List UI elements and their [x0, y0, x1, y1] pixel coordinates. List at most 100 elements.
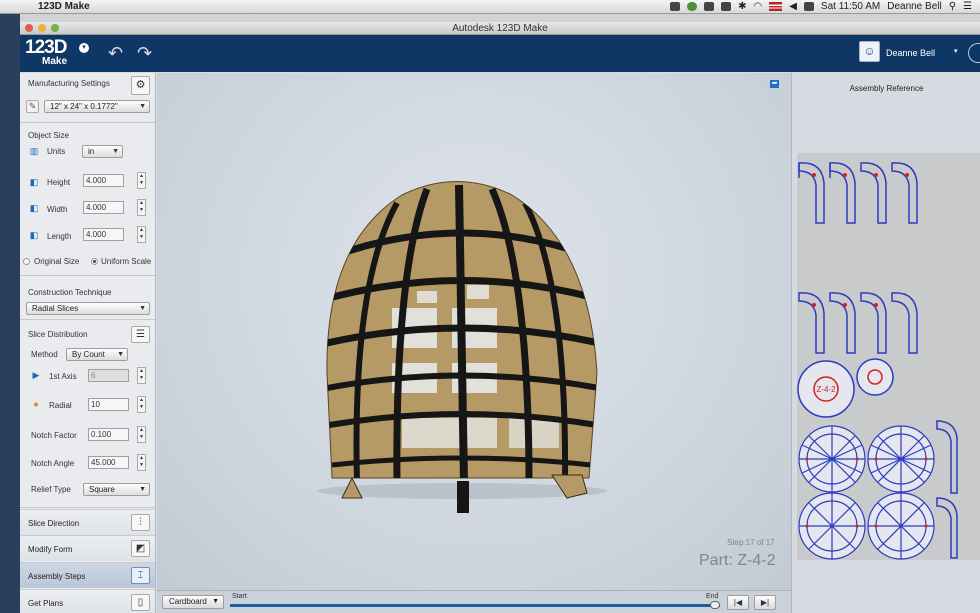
logo-text: 123D: [25, 37, 67, 58]
menubar-user[interactable]: Deanne Bell: [887, 1, 941, 12]
current-part-label: Part: Z-4-2: [699, 552, 776, 569]
nav-modify-form[interactable]: Modify Form ◩: [20, 535, 155, 561]
help-button[interactable]: [968, 43, 980, 63]
notch-factor-field[interactable]: 0.100: [88, 428, 129, 441]
assembly-reference-title: Assembly Reference: [849, 84, 924, 93]
dome-window: [417, 291, 437, 303]
timeline-slider-handle[interactable]: [710, 601, 720, 609]
bluetooth-icon[interactable]: ✱: [738, 1, 746, 12]
flag-icon[interactable]: [769, 2, 783, 11]
radial-field[interactable]: 10: [88, 398, 129, 411]
menubar-app-name[interactable]: 123D Make: [38, 1, 90, 12]
original-size-radio[interactable]: [23, 258, 30, 265]
uniform-scale-radio[interactable]: [91, 258, 98, 265]
modify-form-icon[interactable]: ◩: [131, 540, 150, 557]
nav-slice-direction[interactable]: Slice Direction ⫶: [20, 509, 155, 535]
nav-modify-form-label: Modify Form: [28, 545, 73, 554]
gear-icon[interactable]: ⚙: [131, 76, 150, 95]
width-stepper[interactable]: ▲ ▼: [137, 199, 146, 216]
object-size-title: Object Size: [28, 131, 69, 140]
chevron-down-icon: ▼: [117, 351, 124, 358]
uniform-scale-label[interactable]: Uniform Scale: [101, 257, 151, 266]
original-size-label[interactable]: Original Size: [34, 257, 79, 266]
settings-panel: Manufacturing Settings ⚙ ✎ 12" x 24" x 0…: [20, 73, 156, 613]
first-axis-label: 1st Axis: [49, 372, 77, 381]
length-field[interactable]: 4.000: [83, 228, 124, 241]
material-select[interactable]: Cardboard ▼: [162, 595, 224, 609]
notch-angle-stepper[interactable]: ▲ ▼: [137, 454, 146, 471]
list-icon[interactable]: ☰: [963, 1, 972, 12]
length-stepper[interactable]: ▲ ▼: [137, 226, 146, 243]
height-field[interactable]: 4.000: [83, 174, 124, 187]
redo-icon[interactable]: ↷: [137, 44, 152, 62]
width-label: Width: [47, 205, 68, 214]
slice-direction-icon[interactable]: ⫶: [131, 514, 150, 531]
height-stepper[interactable]: ▲ ▼: [137, 172, 146, 189]
undo-icon[interactable]: ↶: [108, 44, 123, 62]
logo-subtext: Make: [42, 56, 68, 67]
construction-technique-select[interactable]: Radial Slices ▼: [26, 302, 150, 315]
arch-parts-row1: [798, 162, 918, 224]
app-window: Autodesk 123D Make 123D Make ▾ ↶ ↷ ☺ Dea…: [20, 22, 980, 613]
dropbox-icon[interactable]: [670, 2, 681, 11]
cut-sheet-parts: Z-4-2: [797, 162, 958, 560]
nav-assembly-steps[interactable]: Assembly Steps ⌶: [20, 562, 155, 588]
previous-step-button[interactable]: |◀: [727, 595, 749, 610]
length-cube-icon: ◧: [29, 230, 39, 240]
width-cube-icon: ◧: [29, 203, 39, 213]
airplay-icon[interactable]: [704, 2, 715, 11]
method-select[interactable]: By Count ▼: [66, 348, 128, 361]
nav-slice-direction-label: Slice Direction: [28, 519, 80, 528]
dome-window: [467, 285, 489, 299]
next-step-button[interactable]: ▶|: [754, 595, 776, 610]
construction-technique-value: Radial Slices: [32, 304, 79, 313]
battery-icon[interactable]: [803, 2, 814, 11]
arch-parts-side: [936, 420, 958, 559]
notch-factor-stepper[interactable]: ▲ ▼: [137, 426, 146, 443]
vertical-slice: [455, 184, 468, 478]
radial-stepper[interactable]: ▲ ▼: [137, 396, 146, 413]
units-select[interactable]: in ▼: [82, 145, 123, 158]
status-icon[interactable]: [687, 2, 698, 11]
manufacturing-settings-label: Manufacturing Settings: [28, 79, 110, 88]
cut-sheet-preview[interactable]: Z-4-2: [797, 153, 980, 560]
chevron-down-icon: ▼: [139, 103, 146, 110]
app-logo[interactable]: 123D Make: [25, 37, 67, 67]
relief-type-select[interactable]: Square ▼: [83, 483, 150, 496]
nav-get-plans[interactable]: Get Plans ▯: [20, 589, 155, 613]
sheet-size-select[interactable]: 12" x 24" x 0.1772" ▼: [44, 100, 150, 113]
window-titlebar[interactable]: Autodesk 123D Make: [20, 22, 980, 35]
timemachine-icon[interactable]: [721, 2, 732, 11]
spotlight-icon[interactable]: ⚲: [949, 1, 956, 12]
assembly-timeline: Cardboard ▼ Start End |◀ ▶|: [157, 590, 791, 613]
user-name[interactable]: Deanne Bell: [886, 48, 935, 58]
method-label: Method: [31, 350, 58, 359]
user-avatar[interactable]: ☺: [859, 41, 880, 62]
relief-type-value: Square: [89, 485, 115, 494]
object-size-section: Object Size ▥ Units in ▼ ◧ Height 4.000 …: [20, 123, 155, 276]
first-axis-field[interactable]: 6: [88, 369, 129, 382]
wifi-icon[interactable]: ◠: [753, 1, 762, 12]
timeline-slider-track[interactable]: [230, 604, 720, 607]
construction-technique-label: Construction Technique: [28, 288, 112, 297]
nav-get-plans-label: Get Plans: [28, 599, 64, 608]
first-axis-stepper[interactable]: ▲ ▼: [137, 367, 146, 384]
nav-assembly-steps-label: Assembly Steps: [28, 572, 86, 581]
width-field[interactable]: 4.000: [83, 201, 124, 214]
volume-icon[interactable]: ◀: [789, 1, 797, 12]
3d-viewport[interactable]: ➡ Step 17 of 17 Part: Z-4-2: [157, 73, 791, 590]
slice-distribution-title: Slice Distribution: [28, 330, 88, 339]
radial-label: Radial: [49, 401, 72, 410]
menubar-clock[interactable]: Sat 11:50 AM: [821, 1, 880, 12]
get-plans-icon[interactable]: ▯: [131, 594, 150, 611]
app-menu-dropdown-icon[interactable]: ▾: [79, 43, 89, 53]
edit-material-icon[interactable]: ✎: [26, 100, 39, 113]
chevron-down-icon: ▼: [212, 598, 219, 605]
user-menu-caret-icon[interactable]: ▾: [954, 47, 958, 55]
chevron-down-icon: ▼: [139, 486, 146, 493]
base-tab: [457, 481, 469, 513]
notch-angle-field[interactable]: 45.000: [88, 456, 129, 469]
dome-model[interactable]: [157, 73, 791, 590]
slice-distribution-options-button[interactable]: ☰: [131, 326, 150, 343]
assembly-steps-icon[interactable]: ⌶: [131, 567, 150, 584]
